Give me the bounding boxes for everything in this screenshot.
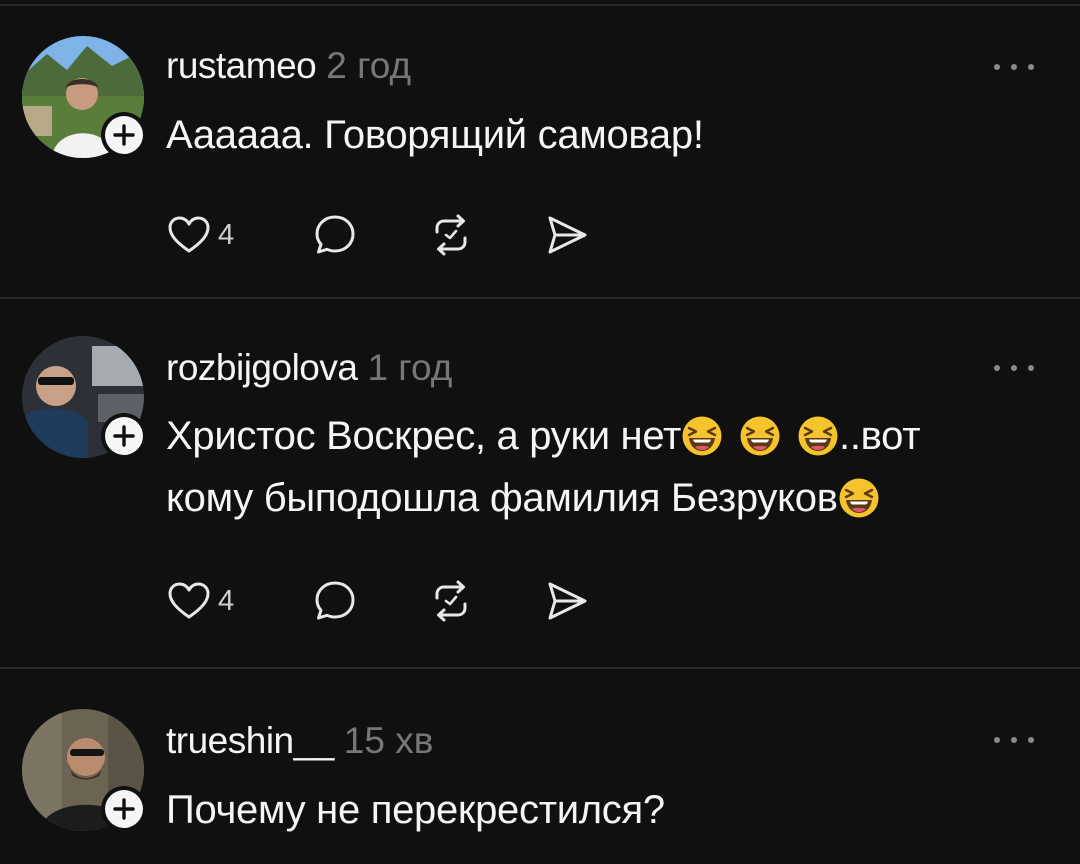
- laughing-face-emoji: [797, 415, 839, 457]
- more-dots-icon[interactable]: [994, 57, 1034, 77]
- repost-button[interactable]: [428, 212, 474, 258]
- plus-icon: [105, 116, 143, 154]
- like-button[interactable]: 4: [166, 578, 234, 624]
- post-text: Аааааа. Говорящий самовар!: [166, 113, 704, 157]
- post-item[interactable]: trueshin__ 15 хв Почему не перекрестился?: [0, 669, 1080, 864]
- repost-icon: [428, 578, 474, 624]
- post-text: Почему не перекрестился?: [166, 788, 665, 832]
- username[interactable]: rustameo: [166, 45, 317, 86]
- send-icon: [544, 578, 590, 624]
- post-actions: 4: [166, 212, 606, 258]
- follow-button[interactable]: [101, 413, 147, 459]
- post-text-line: ..вот: [839, 414, 921, 458]
- plus-icon: [105, 790, 143, 828]
- share-button[interactable]: [544, 212, 590, 258]
- post-header: rustameo 2 год: [166, 44, 411, 88]
- post-time: 1 год: [367, 347, 453, 388]
- username[interactable]: rozbijgolova: [166, 347, 358, 388]
- heart-icon: [166, 212, 212, 258]
- send-icon: [544, 212, 590, 258]
- more-dots-icon[interactable]: [994, 730, 1034, 750]
- post-text: Христос Воскрес, а руки нет ..вот кому бы…: [166, 405, 1056, 529]
- laughing-face-emoji: [739, 415, 781, 457]
- comment-icon: [312, 578, 358, 624]
- like-count: 4: [218, 584, 235, 617]
- post-text-line: кому быподошла фамилия Безруков: [166, 476, 838, 520]
- follow-button[interactable]: [101, 786, 147, 832]
- like-button[interactable]: 4: [166, 212, 234, 258]
- laughing-face-emoji: [681, 415, 723, 457]
- post-header: rozbijgolova 1 год: [166, 346, 452, 390]
- post-actions: 4: [166, 578, 606, 624]
- like-count: 4: [218, 218, 235, 251]
- heart-icon: [166, 578, 212, 624]
- post-item[interactable]: rozbijgolova 1 год Христос Воскрес, а рук…: [0, 299, 1080, 667]
- post-text-line: Христос Воскрес, а руки нет: [166, 414, 681, 458]
- repost-button[interactable]: [428, 578, 474, 624]
- repost-icon: [428, 212, 474, 258]
- post-time: 2 год: [326, 45, 412, 86]
- reply-button[interactable]: [312, 578, 358, 624]
- comment-icon: [312, 212, 358, 258]
- username[interactable]: trueshin__: [166, 720, 334, 761]
- post-header: trueshin__ 15 хв: [166, 719, 433, 763]
- post-time: 15 хв: [343, 720, 434, 761]
- reply-button[interactable]: [312, 212, 358, 258]
- post-item[interactable]: rustameo 2 год Аааааа. Говорящий самовар!…: [0, 0, 1080, 298]
- more-dots-icon[interactable]: [994, 358, 1034, 378]
- laughing-face-emoji: [838, 477, 880, 519]
- share-button[interactable]: [544, 578, 590, 624]
- follow-button[interactable]: [101, 112, 147, 158]
- plus-icon: [105, 417, 143, 455]
